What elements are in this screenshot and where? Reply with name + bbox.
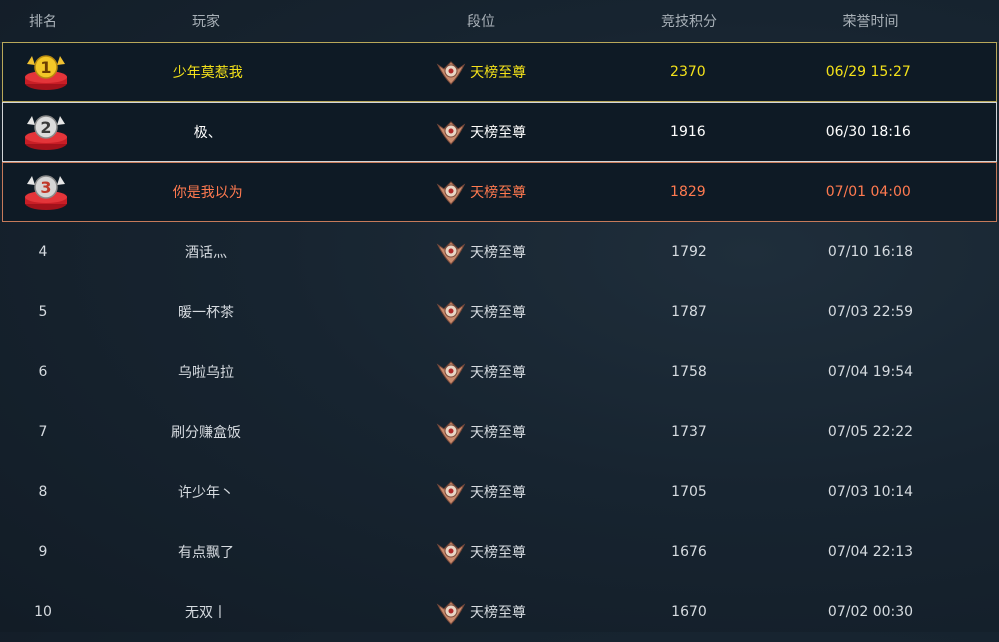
score-value: 1758 xyxy=(671,363,707,380)
time-value: 07/10 16:18 xyxy=(827,243,914,260)
tier-label: 天榜至尊 xyxy=(470,65,527,81)
table-row[interactable]: 1 少年莫惹我 天榜至尊 2370 06/29 15:27 xyxy=(2,42,997,102)
tier-label: 天榜至尊 xyxy=(470,484,526,501)
tier-label: 天榜至尊 xyxy=(470,185,527,201)
player-name[interactable]: 少年莫惹我 xyxy=(88,62,327,82)
rank-number: 9 xyxy=(38,543,48,560)
tier-badge-icon xyxy=(436,477,466,507)
tier-cell: 天榜至尊 xyxy=(326,417,636,447)
tier-label: 天榜至尊 xyxy=(470,244,526,261)
tier-cell: 天榜至尊 xyxy=(326,477,636,507)
score-value: 2370 xyxy=(670,64,706,80)
tier-badge-icon xyxy=(436,357,466,387)
player-name[interactable]: 你是我以为 xyxy=(88,182,327,202)
score-value: 1787 xyxy=(671,303,707,320)
player-name[interactable]: 有点飘了 xyxy=(86,542,326,562)
tier-badge-icon xyxy=(436,57,466,87)
player-name[interactable]: 许少年丶 xyxy=(86,482,326,502)
table-header: 排名 玩家 段位 竞技积分 荣誉时间 xyxy=(0,0,999,43)
tier-cell: 天榜至尊 xyxy=(327,177,635,207)
tier-label: 天榜至尊 xyxy=(470,304,526,321)
table-row[interactable]: 2 极、 天榜至尊 1916 06/30 18:16 xyxy=(2,102,997,162)
player-name[interactable]: 暖一杯茶 xyxy=(86,302,326,322)
tier-label: 天榜至尊 xyxy=(470,544,526,561)
tier-cell: 天榜至尊 xyxy=(327,57,635,87)
medal-number-1: 1 xyxy=(40,58,51,77)
player-name[interactable]: 无双丨 xyxy=(86,602,326,622)
medal-number-2: 2 xyxy=(40,118,51,137)
score-value: 1670 xyxy=(671,603,707,620)
tier-badge-icon xyxy=(436,537,466,567)
tier-cell: 天榜至尊 xyxy=(326,297,636,327)
tier-badge-icon xyxy=(436,237,466,267)
leaderboard: 1 少年莫惹我 天榜至尊 2370 06/29 15:27 2 极、 天榜至尊 … xyxy=(0,42,999,642)
tier-label: 天榜至尊 xyxy=(470,125,527,141)
rank-cell: 2 xyxy=(3,112,88,152)
header-score: 竞技积分 xyxy=(661,14,717,30)
rank-cell: 3 xyxy=(3,172,88,212)
score-value: 1829 xyxy=(670,184,706,200)
table-row[interactable]: 4 酒话灬 天榜至尊 1792 07/10 16:18 xyxy=(0,222,999,282)
score-value: 1916 xyxy=(670,124,706,140)
tier-label: 天榜至尊 xyxy=(470,364,526,381)
table-row[interactable]: 3 你是我以为 天榜至尊 1829 07/01 04:00 xyxy=(2,162,997,222)
tier-cell: 天榜至尊 xyxy=(326,597,636,627)
silver-medal-icon: 2 xyxy=(21,112,71,152)
time-value: 07/04 19:54 xyxy=(827,363,914,380)
score-value: 1705 xyxy=(671,483,707,500)
time-value: 07/05 22:22 xyxy=(827,423,914,440)
time-value: 07/03 22:59 xyxy=(827,303,914,320)
tier-badge-icon xyxy=(436,177,466,207)
tier-badge-icon xyxy=(436,597,466,627)
tier-cell: 天榜至尊 xyxy=(326,357,636,387)
tier-cell: 天榜至尊 xyxy=(326,237,636,267)
tier-badge-icon xyxy=(436,297,466,327)
time-value: 07/01 04:00 xyxy=(825,184,911,200)
medal-number-3: 3 xyxy=(40,178,51,197)
table-row[interactable]: 7 刷分赚盒饭 天榜至尊 1737 07/05 22:22 xyxy=(0,402,999,462)
time-value: 07/04 22:13 xyxy=(827,543,914,560)
rank-number: 4 xyxy=(38,243,48,260)
header-time: 荣誉时间 xyxy=(842,14,899,30)
tier-label: 天榜至尊 xyxy=(470,424,526,441)
tier-label: 天榜至尊 xyxy=(470,604,526,621)
rank-number: 7 xyxy=(38,423,48,440)
table-row[interactable]: 5 暖一杯茶 天榜至尊 1787 07/03 22:59 xyxy=(0,282,999,342)
rank-number: 10 xyxy=(34,603,52,620)
tier-badge-icon xyxy=(436,417,466,447)
rank-cell: 1 xyxy=(3,52,88,92)
player-name[interactable]: 酒话灬 xyxy=(86,242,326,262)
gold-medal-icon: 1 xyxy=(21,52,71,92)
rank-number: 6 xyxy=(38,363,48,380)
header-rank: 排名 xyxy=(29,14,57,30)
rank-number: 5 xyxy=(38,303,48,320)
rank-number: 8 xyxy=(38,483,48,500)
tier-cell: 天榜至尊 xyxy=(326,537,636,567)
time-value: 06/30 18:16 xyxy=(825,124,911,140)
time-value: 07/02 00:30 xyxy=(827,603,914,620)
table-row[interactable]: 6 乌啦乌拉 天榜至尊 1758 07/04 19:54 xyxy=(0,342,999,402)
score-value: 1737 xyxy=(671,423,707,440)
time-value: 07/03 10:14 xyxy=(827,483,914,500)
header-player: 玩家 xyxy=(192,14,220,30)
time-value: 06/29 15:27 xyxy=(825,64,911,80)
player-name[interactable]: 乌啦乌拉 xyxy=(86,362,326,382)
header-tier: 段位 xyxy=(467,14,495,30)
player-name[interactable]: 刷分赚盒饭 xyxy=(86,422,326,442)
tier-badge-icon xyxy=(436,117,466,147)
bronze-medal-icon: 3 xyxy=(21,172,71,212)
table-row[interactable]: 9 有点飘了 天榜至尊 1676 07/04 22:13 xyxy=(0,522,999,582)
table-row[interactable]: 10 无双丨 天榜至尊 1670 07/02 00:30 xyxy=(0,582,999,642)
tier-cell: 天榜至尊 xyxy=(327,117,635,147)
score-value: 1792 xyxy=(671,243,707,260)
score-value: 1676 xyxy=(671,543,707,560)
table-row[interactable]: 8 许少年丶 天榜至尊 1705 07/03 10:14 xyxy=(0,462,999,522)
player-name[interactable]: 极、 xyxy=(88,122,327,142)
